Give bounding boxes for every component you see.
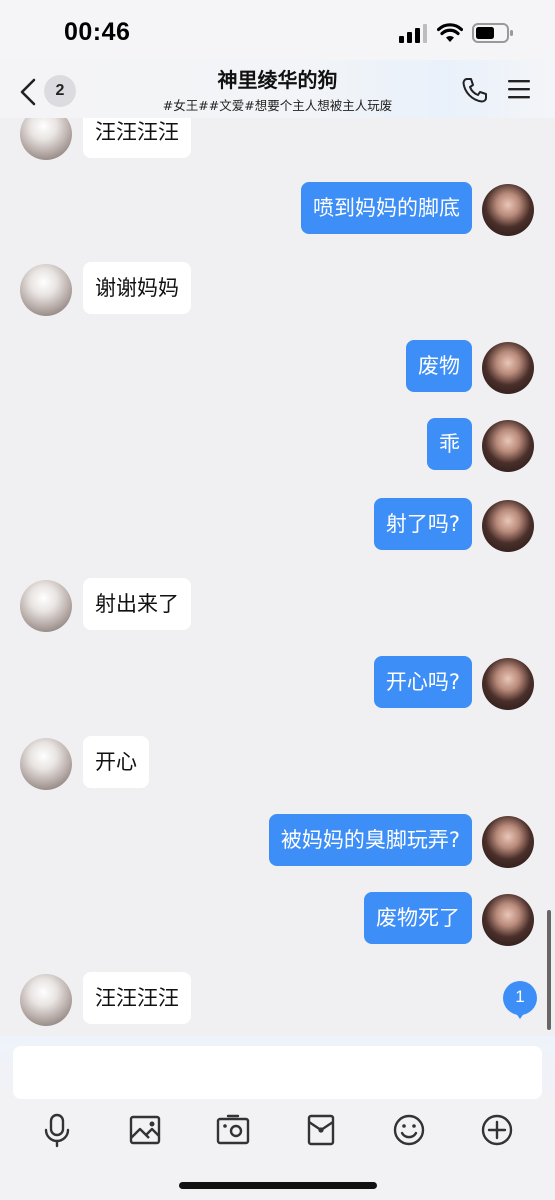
voice-button[interactable]	[37, 1110, 77, 1150]
contact-avatar[interactable]	[20, 264, 72, 316]
contact-avatar[interactable]	[20, 580, 72, 632]
message-row: 汪汪汪汪	[0, 972, 555, 1028]
emoji-icon	[393, 1114, 425, 1146]
menu-icon[interactable]	[507, 76, 531, 102]
camera-button[interactable]	[213, 1110, 253, 1150]
message-list[interactable]: 汪汪汪汪 喷到妈妈的脚底 谢谢妈妈 废物乖射了吗? 射出来了 开心吗? 开心 被妈妈的臭脚玩弄…	[0, 118, 555, 1036]
status-bar: 00:46	[0, 0, 555, 60]
sent-message-bubble[interactable]: 废物死了	[364, 892, 472, 944]
message-row: 开心吗?	[0, 656, 555, 712]
status-time: 00:46	[64, 18, 131, 46]
contact-avatar[interactable]	[20, 974, 72, 1026]
message-row: 被妈妈的臭脚玩弄?	[0, 814, 555, 870]
message-row: 喷到妈妈的脚底	[0, 182, 555, 238]
sent-message-bubble[interactable]: 射了吗?	[373, 498, 472, 550]
sent-message-bubble[interactable]: 开心吗?	[373, 656, 472, 708]
message-input[interactable]	[13, 1046, 542, 1099]
received-message-bubble[interactable]: 谢谢妈妈	[83, 262, 191, 314]
new-message-badge[interactable]: 1	[502, 980, 538, 1019]
message-row: 废物	[0, 340, 555, 396]
plus-icon	[481, 1114, 513, 1146]
my-avatar[interactable]	[482, 500, 534, 552]
sent-message-bubble[interactable]: 喷到妈妈的脚底	[301, 182, 472, 234]
message-row: 射出来了	[0, 578, 555, 634]
battery-icon	[472, 23, 513, 43]
message-row: 开心	[0, 736, 555, 792]
message-row: 射了吗?	[0, 498, 555, 554]
image-icon	[129, 1115, 161, 1145]
red-packet-button[interactable]	[301, 1110, 341, 1150]
new-message-count: 1	[515, 987, 525, 1006]
input-area	[0, 1036, 555, 1200]
my-avatar[interactable]	[482, 342, 534, 394]
my-avatar[interactable]	[482, 894, 534, 946]
message-row: 汪汪汪汪	[0, 118, 555, 162]
message-row: 谢谢妈妈	[0, 262, 555, 318]
my-avatar[interactable]	[482, 420, 534, 472]
emoji-button[interactable]	[389, 1110, 429, 1150]
chat-header: 2 神里绫华的狗 #女王##文爱#想要个主人想被主人玩废	[0, 60, 555, 118]
red-packet-icon	[307, 1114, 335, 1146]
contact-avatar[interactable]	[20, 118, 72, 160]
message-row: 乖	[0, 418, 555, 474]
sent-message-bubble[interactable]: 废物	[406, 340, 472, 392]
sent-message-bubble[interactable]: 被妈妈的臭脚玩弄?	[268, 814, 472, 866]
received-message-bubble[interactable]: 汪汪汪汪	[83, 118, 191, 158]
scrollbar[interactable]	[547, 910, 551, 1030]
sent-message-bubble[interactable]: 乖	[427, 418, 472, 470]
mic-icon	[44, 1113, 70, 1148]
image-button[interactable]	[125, 1110, 165, 1150]
signal-icon	[399, 24, 427, 43]
received-message-bubble[interactable]: 射出来了	[83, 578, 191, 630]
home-indicator	[179, 1182, 377, 1189]
my-avatar[interactable]	[482, 816, 534, 868]
received-message-bubble[interactable]: 汪汪汪汪	[83, 972, 191, 1024]
wifi-icon	[437, 23, 463, 42]
my-avatar[interactable]	[482, 184, 534, 236]
received-message-bubble[interactable]: 开心	[83, 736, 149, 788]
camera-icon	[216, 1114, 250, 1145]
contact-avatar[interactable]	[20, 738, 72, 790]
my-avatar[interactable]	[482, 658, 534, 710]
more-button[interactable]	[477, 1110, 517, 1150]
message-row: 废物死了	[0, 892, 555, 948]
phone-call-icon[interactable]	[461, 76, 489, 104]
